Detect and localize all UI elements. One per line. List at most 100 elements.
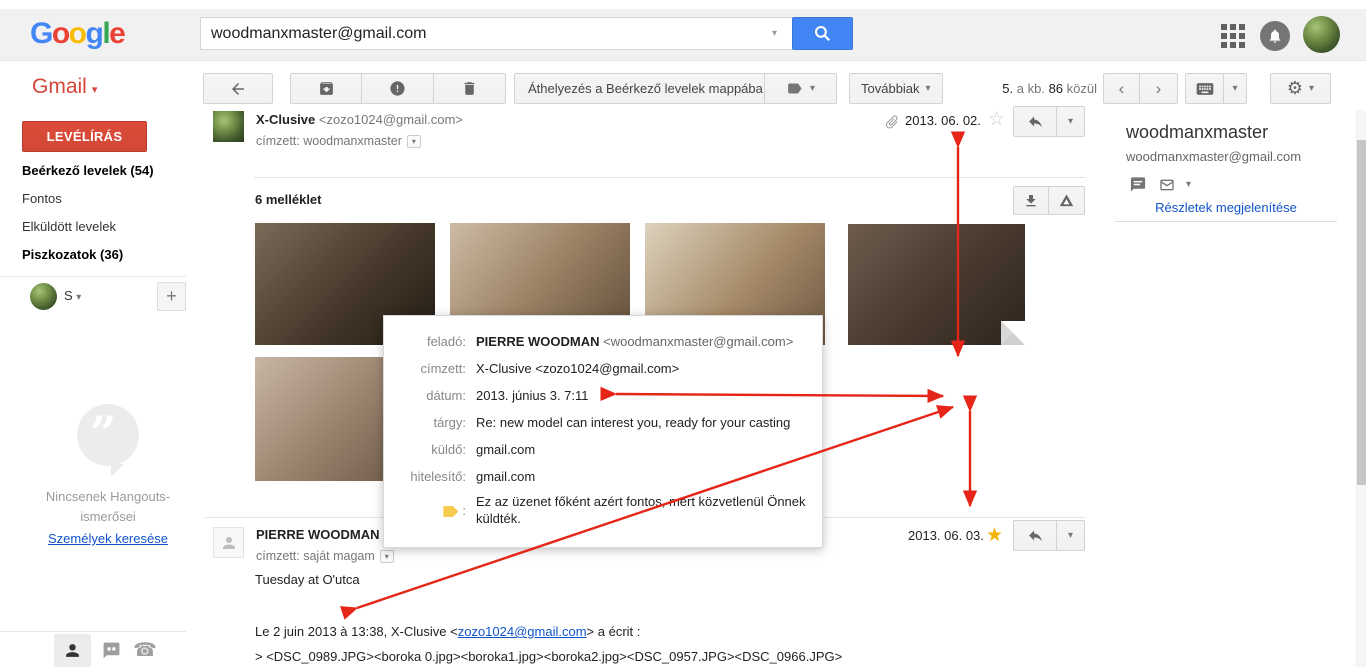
sidebar-item-drafts[interactable]: Piszkozatok (36) xyxy=(22,244,123,266)
caret-down-icon: ▾ xyxy=(1232,83,1237,94)
download-icon xyxy=(1023,193,1039,209)
back-to-inbox-button[interactable] xyxy=(203,73,273,104)
message2-reply-button[interactable] xyxy=(1013,520,1057,551)
hangouts-empty-text: Nincsenek Hangouts- xyxy=(0,489,216,504)
attachment-paperclip-icon xyxy=(881,111,904,134)
more-actions-button[interactable]: Továbbiak ▾ xyxy=(849,73,943,104)
show-details-caret-icon[interactable]: ▾ xyxy=(407,135,421,148)
sidebar-item-sent[interactable]: Elküldött levelek xyxy=(22,216,116,238)
message2-recipient-line: címzett: saját magam▾ xyxy=(256,549,394,563)
contact-panel-divider xyxy=(1115,221,1337,222)
gear-icon: ⚙ xyxy=(1287,78,1303,99)
message2-sender-name[interactable]: PIERRE WOODMAN xyxy=(256,527,380,542)
importance-note: Ez az üzenet főként azért fontos, mert k… xyxy=(476,493,812,527)
settings-caret-icon: ▾ xyxy=(1309,83,1314,94)
details-row-to: címzett: X-Clusive <zozo1024@gmail.com> xyxy=(384,355,822,382)
settings-button[interactable]: ⚙ ▾ xyxy=(1270,73,1331,104)
contact-actions: ▾ xyxy=(1128,176,1191,193)
google-logo-letter: e xyxy=(109,17,124,51)
delete-button[interactable] xyxy=(434,73,506,104)
sidebar-item-inbox[interactable]: Beérkező levelek (54) xyxy=(22,160,154,182)
gmail-caret-icon: ▾ xyxy=(92,84,98,96)
spam-button[interactable] xyxy=(362,73,434,104)
message1-date: 2013. 06. 02. xyxy=(905,113,981,128)
input-tools-caret-button[interactable]: ▾ xyxy=(1224,73,1247,104)
message1-more-button[interactable]: ▾ xyxy=(1057,106,1085,137)
sidebar-divider xyxy=(0,276,186,277)
search-button[interactable] xyxy=(792,17,853,50)
hangouts-logo-icon: ” xyxy=(77,404,139,466)
move-to-inbox-button[interactable]: Áthelyezés a Beérkező levelek mappába xyxy=(514,73,777,104)
sidebar-item-important[interactable]: Fontos xyxy=(22,188,62,210)
details-row-subject: tárgy: Re: new model can interest you, r… xyxy=(384,409,822,436)
contact-actions-caret-icon[interactable]: ▾ xyxy=(1186,179,1191,190)
google-logo-letter: g xyxy=(86,17,103,51)
search-input[interactable] xyxy=(200,17,793,50)
back-arrow-icon xyxy=(229,80,247,98)
download-all-button[interactable] xyxy=(1013,186,1049,215)
profile-caret-icon: ▾ xyxy=(76,292,81,303)
compose-button[interactable]: LEVÉLÍRÁS xyxy=(22,121,147,152)
message2-star-icon[interactable]: ★ xyxy=(986,524,1003,547)
thumbnail-page-curl xyxy=(1001,321,1025,345)
show-details-link[interactable]: Részletek megjelenítése xyxy=(1115,200,1337,215)
add-contact-button[interactable]: + xyxy=(157,282,186,311)
archive-icon xyxy=(318,80,335,97)
hangouts-phone-tab[interactable]: ☎ xyxy=(130,634,160,667)
google-drive-icon xyxy=(1058,192,1075,209)
chat-profile-name[interactable]: S ▾ xyxy=(64,288,81,303)
person-icon xyxy=(63,641,82,660)
search-options-caret-icon[interactable]: ▾ xyxy=(772,28,777,39)
older-conversation-button[interactable]: › xyxy=(1140,73,1178,104)
person-icon xyxy=(220,534,238,552)
details-row-signed-by: hitelesítő: gmail.com xyxy=(384,463,822,490)
attachment-thumbnail-4[interactable] xyxy=(848,224,1025,345)
archive-button[interactable] xyxy=(290,73,362,104)
plus-icon: + xyxy=(166,286,177,307)
contact-name: woodmanxmaster xyxy=(1126,122,1268,143)
caret-down-icon: ▾ xyxy=(1068,116,1073,127)
message1-reply-button[interactable] xyxy=(1013,106,1057,137)
notifications-bell-icon[interactable] xyxy=(1260,21,1290,51)
importance-marker-icon xyxy=(443,506,458,517)
sender-avatar-placeholder xyxy=(213,527,244,558)
pager-count: 5. a kb. 86 közül xyxy=(985,73,1097,104)
input-tools-button[interactable] xyxy=(1185,73,1224,104)
hangouts-conversations-tab[interactable] xyxy=(96,634,126,667)
newer-conversation-button[interactable]: ‹ xyxy=(1103,73,1140,104)
save-to-drive-button[interactable] xyxy=(1049,186,1085,215)
labels-caret-icon: ▾ xyxy=(810,83,815,94)
show-details-caret-icon[interactable]: ▾ xyxy=(380,550,394,563)
details-from-name: PIERRE WOODMAN xyxy=(476,334,600,349)
hangouts-empty-text: ismerősei xyxy=(0,509,216,524)
attachments-divider xyxy=(255,177,1085,178)
apps-grid-icon[interactable] xyxy=(1221,24,1245,48)
contact-email-icon[interactable] xyxy=(1157,177,1177,193)
phone-icon: ☎ xyxy=(133,639,157,662)
message2-more-button[interactable]: ▾ xyxy=(1057,520,1085,551)
google-logo-letter: o xyxy=(69,17,86,51)
message2-body-text: Tuesday at O'utca xyxy=(255,572,360,587)
gmail-logo[interactable]: Gmail▾ xyxy=(32,75,97,99)
details-row-from: feladó: PIERRE WOODMAN <woodmanxmaster@g… xyxy=(384,328,822,355)
spam-icon xyxy=(389,80,406,97)
quoted-email-link[interactable]: zozo1024@gmail.com xyxy=(458,624,587,639)
search-icon xyxy=(813,24,832,43)
labels-button[interactable]: ▾ xyxy=(764,73,837,104)
scrollbar-thumb[interactable] xyxy=(1357,140,1366,485)
profile-avatar[interactable] xyxy=(1303,16,1340,53)
message1-sender-name[interactable]: X-Clusive xyxy=(256,112,315,127)
hangouts-logo-tail xyxy=(111,464,124,477)
attachments-count-label: 6 melléklet xyxy=(255,192,322,207)
message1-star-icon[interactable]: ☆ xyxy=(988,108,1005,131)
label-tag-icon xyxy=(786,80,803,97)
caret-down-icon: ▾ xyxy=(1068,530,1073,541)
chat-profile-avatar[interactable] xyxy=(30,283,57,310)
message2-quoted-attachments: > <DSC_0989.JPG><boroka 0.jpg><boroka1.j… xyxy=(255,649,842,664)
details-row-date: dátum: 2013. június 3. 7:11 xyxy=(384,382,822,409)
keyboard-icon xyxy=(1195,79,1215,99)
hangouts-search-people-link[interactable]: Személyek keresése xyxy=(0,531,216,546)
hangouts-contacts-tab[interactable] xyxy=(54,634,91,667)
contact-chat-icon[interactable] xyxy=(1128,176,1148,193)
message2-quote-header: Le 2 juin 2013 à 13:38, X-Clusive <zozo1… xyxy=(255,624,640,639)
